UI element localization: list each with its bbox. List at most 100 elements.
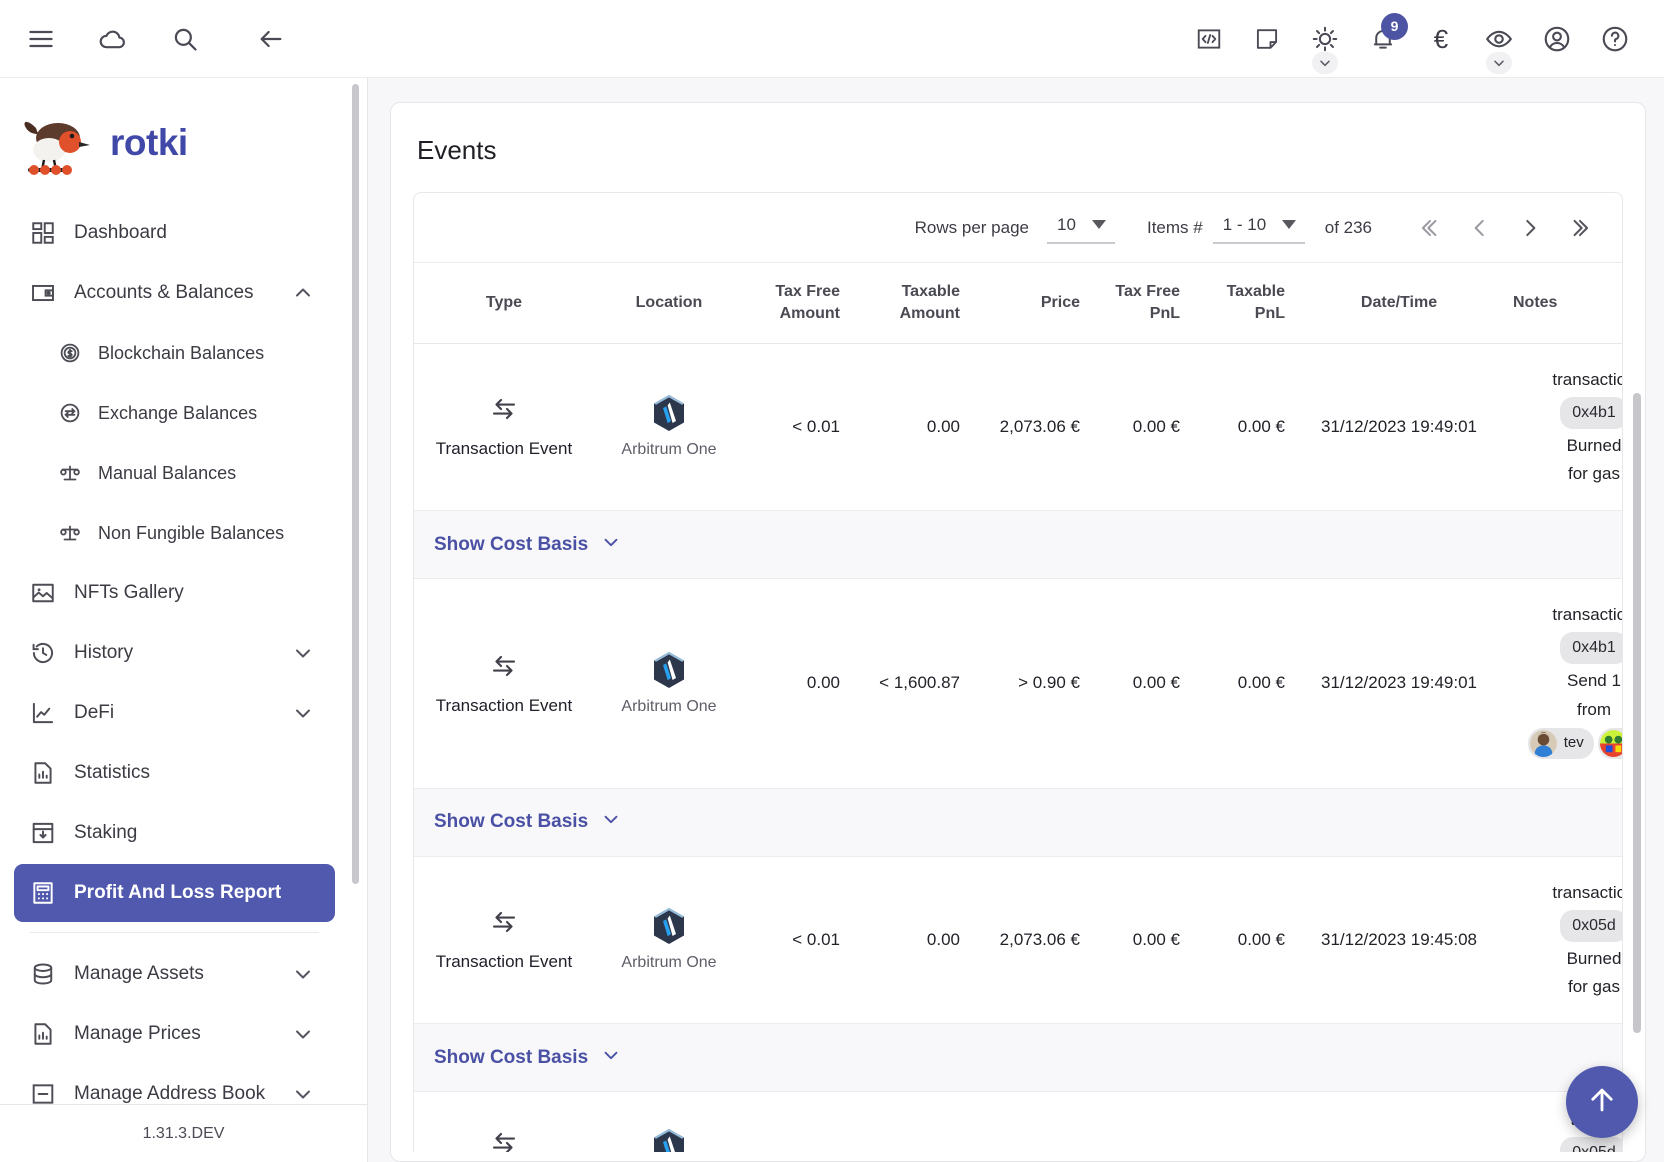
cost-basis-row[interactable]: Show Cost Basis xyxy=(414,510,1622,580)
theme-icon[interactable] xyxy=(1302,16,1348,74)
column-header-taxable-amount[interactable]: Taxable Amount xyxy=(854,263,974,344)
column-header-tax-free-amount[interactable]: Tax Free Amount xyxy=(744,263,854,344)
cell-tax-free-amount: 0.00 xyxy=(744,578,854,789)
next-page-button[interactable] xyxy=(1508,206,1552,250)
sidebar-item-blockchain-balances[interactable]: Blockchain Balances xyxy=(14,324,335,382)
column-header-notes[interactable]: Notes xyxy=(1499,263,1622,344)
tx-hash-chip[interactable]: 0x05d xyxy=(1560,909,1622,943)
arbitrum-logo-icon xyxy=(654,1129,684,1152)
chevron-down-icon[interactable] xyxy=(291,1082,319,1104)
chevron-down-icon[interactable] xyxy=(1486,51,1512,74)
account-icon[interactable] xyxy=(1534,16,1580,62)
rows-per-page-select[interactable]: 10 xyxy=(1046,212,1115,244)
note-icon[interactable] xyxy=(1244,16,1290,62)
first-page-button[interactable] xyxy=(1408,206,1452,250)
notes-text: Burned xyxy=(1566,949,1622,969)
sidebar-item-manual-balances[interactable]: Manual Balances xyxy=(14,444,335,502)
sidebar-item-manage-assets[interactable]: Manage Assets xyxy=(14,945,335,1003)
calculator-icon xyxy=(30,880,74,906)
help-icon[interactable] xyxy=(1592,16,1638,62)
cell-location: Arbitrum One xyxy=(594,856,744,1025)
sidebar-item-manage-prices[interactable]: Manage Prices xyxy=(14,1005,335,1063)
location-label: Arbitrum One xyxy=(621,954,717,972)
swap-arrows-icon xyxy=(489,907,519,942)
scroll-to-top-button[interactable] xyxy=(1566,1066,1638,1138)
chevron-down-icon[interactable] xyxy=(291,641,319,665)
brand-logo-group[interactable]: rotki xyxy=(0,78,349,204)
chevron-down-icon[interactable] xyxy=(291,962,319,986)
column-header-location[interactable]: Location xyxy=(594,263,744,344)
notes-text: for gas xyxy=(1568,977,1620,997)
swap-arrows-icon xyxy=(489,394,519,429)
menu-icon[interactable] xyxy=(18,16,64,62)
sidebar-item-staking[interactable]: Staking xyxy=(14,804,335,862)
sidebar-item-nfts-gallery[interactable]: NFTs Gallery xyxy=(14,564,335,622)
tx-hash-chip[interactable]: 0x05d xyxy=(1560,1137,1622,1152)
table-row[interactable]: transa 0x05d xyxy=(414,1091,1622,1152)
address-book-icon xyxy=(30,1081,74,1104)
column-header-price[interactable]: Price xyxy=(974,263,1094,344)
table-row[interactable]: Transaction Event xyxy=(414,343,1622,512)
tx-hash-chip[interactable]: 0x4b1 xyxy=(1560,396,1622,429)
column-header-taxable-pnl[interactable]: Taxable PnL xyxy=(1194,263,1299,344)
code-icon[interactable] xyxy=(1186,16,1232,62)
table-body: Transaction Event Arbitrum One < 0.01 0.… xyxy=(414,343,1622,1152)
main-scrollbar-thumb[interactable] xyxy=(1633,393,1641,1033)
sidebar-scrollbar-thumb[interactable] xyxy=(352,84,359,884)
scale-icon xyxy=(58,461,98,485)
cost-basis-row[interactable]: Show Cost Basis xyxy=(414,788,1622,857)
sidebar-item-statistics[interactable]: Statistics xyxy=(14,744,335,802)
cell-taxable-pnl: 0.00 € xyxy=(1194,578,1299,789)
last-page-button[interactable] xyxy=(1558,206,1602,250)
history-icon xyxy=(30,640,74,666)
cell-location: Arbitrum One xyxy=(594,578,744,789)
sidebar-item-history[interactable]: History xyxy=(14,624,335,682)
sidebar-item-manage-address-book[interactable]: Manage Address Book xyxy=(14,1065,335,1104)
search-icon[interactable] xyxy=(162,16,208,62)
sidebar-item-defi[interactable]: DeFi xyxy=(14,684,335,742)
cost-basis-row[interactable]: Show Cost Basis xyxy=(414,1023,1622,1093)
events-card: Events Rows per page 10 Items # 1 - 10 o… xyxy=(390,102,1646,1162)
show-cost-basis-button[interactable]: Show Cost Basis xyxy=(414,1044,622,1072)
prev-page-button[interactable] xyxy=(1458,206,1502,250)
arbitrum-logo-icon xyxy=(654,651,684,688)
back-arrow-icon[interactable] xyxy=(248,16,294,62)
sidebar-item-dashboard[interactable]: Dashboard xyxy=(14,204,335,262)
sidebar-item-accounts-balances[interactable]: Accounts & Balances xyxy=(14,264,335,322)
notifications-icon[interactable]: 9 xyxy=(1360,12,1408,62)
arbitrum-logo-icon xyxy=(654,908,684,945)
chevron-down-icon xyxy=(1091,220,1106,229)
sidebar-item-label: DeFi xyxy=(74,702,115,723)
chevron-down-icon[interactable] xyxy=(1312,51,1338,74)
show-cost-basis-button[interactable]: Show Cost Basis xyxy=(414,531,622,559)
column-header-datetime[interactable]: Date/Time xyxy=(1299,263,1499,344)
cell-tax-free-pnl: 0.00 € xyxy=(1094,578,1194,789)
top-bar: 9 € xyxy=(0,0,1664,78)
table-row[interactable]: Transaction Event xyxy=(414,856,1622,1025)
location-label: Arbitrum One xyxy=(621,697,717,715)
sidebar-item-exchange-balances[interactable]: Exchange Balances xyxy=(14,384,335,442)
privacy-eye-icon[interactable] xyxy=(1476,16,1522,74)
chevron-up-icon[interactable] xyxy=(291,281,319,305)
bar-chart-doc-icon xyxy=(30,1021,74,1047)
avatar xyxy=(1529,729,1557,757)
arbitrum-logo-icon xyxy=(654,395,684,432)
chevron-down-icon[interactable] xyxy=(291,701,319,725)
show-cost-basis-button[interactable]: Show Cost Basis xyxy=(414,808,622,836)
currency-icon[interactable]: € xyxy=(1418,16,1464,62)
column-header-type[interactable]: Type xyxy=(414,263,594,344)
chevron-down-icon[interactable] xyxy=(291,1022,319,1046)
address-chip[interactable]: 0x xyxy=(1598,727,1622,759)
table-row[interactable]: Transaction Event xyxy=(414,578,1622,789)
items-range-select[interactable]: 1 - 10 xyxy=(1212,212,1305,244)
notes-text: for gas xyxy=(1568,463,1620,483)
address-chip[interactable]: tev xyxy=(1527,727,1594,759)
cell-tax-free-pnl: 0.00 € xyxy=(1094,856,1194,1025)
cloud-icon[interactable] xyxy=(90,16,136,62)
column-header-tax-free-pnl[interactable]: Tax Free PnL xyxy=(1094,263,1194,344)
cell-taxable-amount: 0.00 xyxy=(854,343,974,512)
cell-notes: transaction 0x05d Burned for gas xyxy=(1499,856,1622,1025)
sidebar-item-non-fungible-balances[interactable]: Non Fungible Balances xyxy=(14,504,335,562)
sidebar-item-profit-and-loss-report[interactable]: Profit And Loss Report xyxy=(14,864,335,922)
tx-hash-chip[interactable]: 0x4b1 xyxy=(1560,632,1622,665)
